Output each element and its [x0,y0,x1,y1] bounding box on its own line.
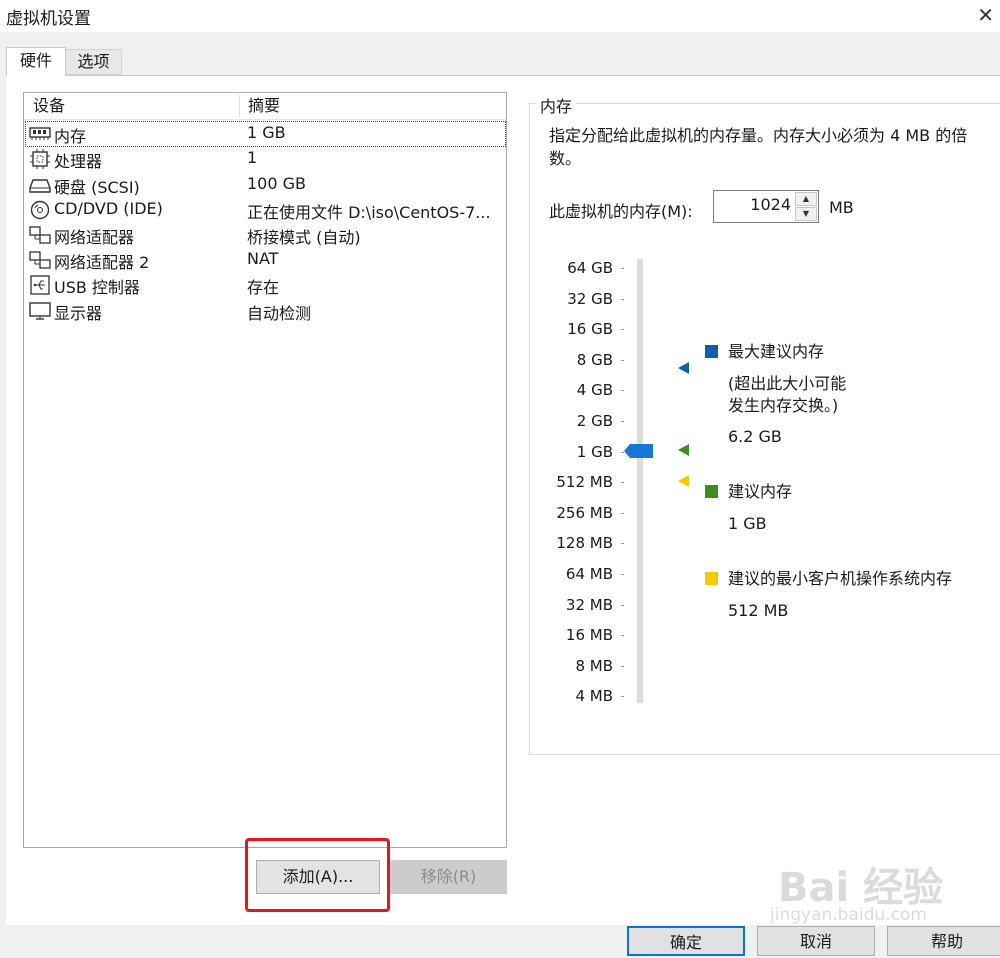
memory-scale-tick [621,359,624,361]
memory-scale-label: 512 MB [556,473,613,492]
spin-down-icon[interactable]: ▼ [795,207,817,221]
memory-scale-label: 128 MB [556,534,613,553]
memory-scale-tick [621,543,624,545]
device-row-hard-disk[interactable]: 硬盘 (SCSI) 100 GB [26,173,505,197]
title-bar: 虚拟机设置 ✕ [0,0,1000,32]
processor-icon [30,149,50,169]
memory-scale-label: 16 MB [565,626,613,645]
device-summary: 存在 [247,278,280,297]
device-name: USB 控制器 [54,278,140,297]
close-icon[interactable]: ✕ [977,3,994,27]
device-name: 显示器 [54,304,103,323]
add-device-button[interactable]: 添加(A)... [256,860,380,894]
recommended-memory-value: 1 GB [728,514,767,533]
max-memory-value: 6.2 GB [728,427,782,446]
baidu-watermark: Bai 经验 jingyan.baidu.com [770,845,980,935]
memory-scale-label: 1 GB [576,442,613,461]
min-memory-legend-swatch [705,572,718,585]
memory-scale-label: 8 GB [576,350,613,369]
min-memory-value: 512 MB [728,601,789,620]
device-summary: 自动检测 [247,304,312,323]
device-row-network-adapter[interactable]: 网络适配器 桥接模式 (自动) [26,223,505,247]
device-row-network-adapter-2[interactable]: 网络适配器 2 NAT [26,248,505,272]
device-name: 网络适配器 [54,228,135,247]
device-summary: 桥接模式 (自动) [247,228,361,247]
device-name: 内存 [54,127,87,146]
watermark-url: jingyan.baidu.com [770,905,927,925]
device-list[interactable]: 设备 摘要 内存 1 GB 处理器 1 硬盘 (SCSI) 100 GB CD/… [23,92,507,848]
memory-scale-tick [621,512,624,514]
memory-scale-tick [621,574,624,575]
remove-device-button[interactable]: 移除(R) [390,860,507,894]
memory-field-label: 此虚拟机的内存(M): [549,202,693,221]
device-row-usb-controller[interactable]: USB 控制器 存在 [26,273,505,297]
device-row-memory[interactable]: 内存 1 GB [25,121,506,147]
device-name: 网络适配器 2 [54,253,150,272]
device-name: CD/DVD (IDE) [54,199,163,218]
device-summary: 100 GB [247,174,306,193]
device-summary: 1 GB [247,123,286,142]
device-name: 硬盘 (SCSI) [54,178,140,197]
max-recommended-marker-icon [678,362,689,374]
memory-scale-tick [621,604,624,606]
device-row-display[interactable]: 显示器 自动检测 [26,299,505,323]
memory-scale-tick [621,390,624,392]
spin-up-icon[interactable]: ▲ [795,192,817,206]
tab-options[interactable]: 选项 [66,49,122,75]
memory-slider-track[interactable] [637,259,643,703]
device-row-cd-dvd[interactable]: CD/DVD (IDE) 正在使用文件 D:\iso\CentOS-7... [26,198,505,222]
max-memory-note-line2: 发生内存交换。) [728,396,839,415]
memory-scale-label: 32 GB [567,289,613,308]
header-divider [24,119,506,120]
tab-hardware[interactable]: 硬件 [6,47,66,76]
memory-scale-tick [621,482,624,484]
device-row-processor[interactable]: 处理器 1 [26,147,505,171]
window-title: 虚拟机设置 [6,9,91,29]
memory-scale-tick [621,635,624,637]
memory-scale-label: 32 MB [565,595,613,614]
device-summary: 正在使用文件 D:\iso\CentOS-7... [247,203,491,222]
memory-scale-label: 64 GB [567,259,613,277]
network-adapter-icon [29,251,51,269]
max-memory-legend-swatch [705,345,718,358]
minimum-marker-icon [678,475,689,487]
recommended-memory-legend-swatch [705,485,718,498]
memory-scale-label: 64 MB [565,565,613,583]
memory-icon [29,127,51,140]
memory-scale-label: 8 MB [575,656,613,675]
hard-disk-icon [29,179,51,193]
device-summary: NAT [247,249,279,268]
memory-scale-tick [621,696,624,698]
memory-value[interactable]: 1024 [750,195,791,214]
memory-unit: MB [829,198,854,217]
memory-scale-tick [621,329,624,331]
cd-dvd-icon [30,200,50,220]
device-summary: 1 [247,148,258,167]
max-memory-note-line1: (超出此大小可能 [728,374,847,393]
max-memory-title: 最大建议内存 [728,342,825,361]
memory-scale-label: 4 GB [576,381,613,400]
ok-button[interactable]: 确定 [627,926,745,956]
min-memory-title: 建议的最小客户机操作系统内存 [728,569,953,588]
memory-scale-tick [621,421,624,422]
memory-slider-thumb[interactable] [624,444,653,458]
usb-icon [30,275,50,295]
memory-scale-tick [621,268,624,269]
network-adapter-icon [29,226,51,244]
display-icon [29,302,51,320]
column-header-summary[interactable]: 摘要 [239,95,280,117]
memory-scale-label: 2 GB [576,412,613,430]
memory-scale-label: 256 MB [556,503,613,522]
memory-scale-tick [621,298,624,300]
memory-spinbox[interactable]: 1024 ▲ ▼ [713,190,819,223]
memory-scale-tick [621,665,624,667]
memory-scale-label: 16 GB [567,320,613,339]
column-header-device[interactable]: 设备 [33,93,65,119]
memory-description: 指定分配给此虚拟机的内存量。内存大小必须为 4 MB 的倍数。 [549,126,968,168]
recommended-memory-title: 建议内存 [728,482,793,501]
device-name: 处理器 [54,152,103,171]
memory-section-title: 内存 [536,93,577,117]
recommended-marker-icon [678,444,689,456]
memory-scale-label: 4 MB [575,687,613,706]
